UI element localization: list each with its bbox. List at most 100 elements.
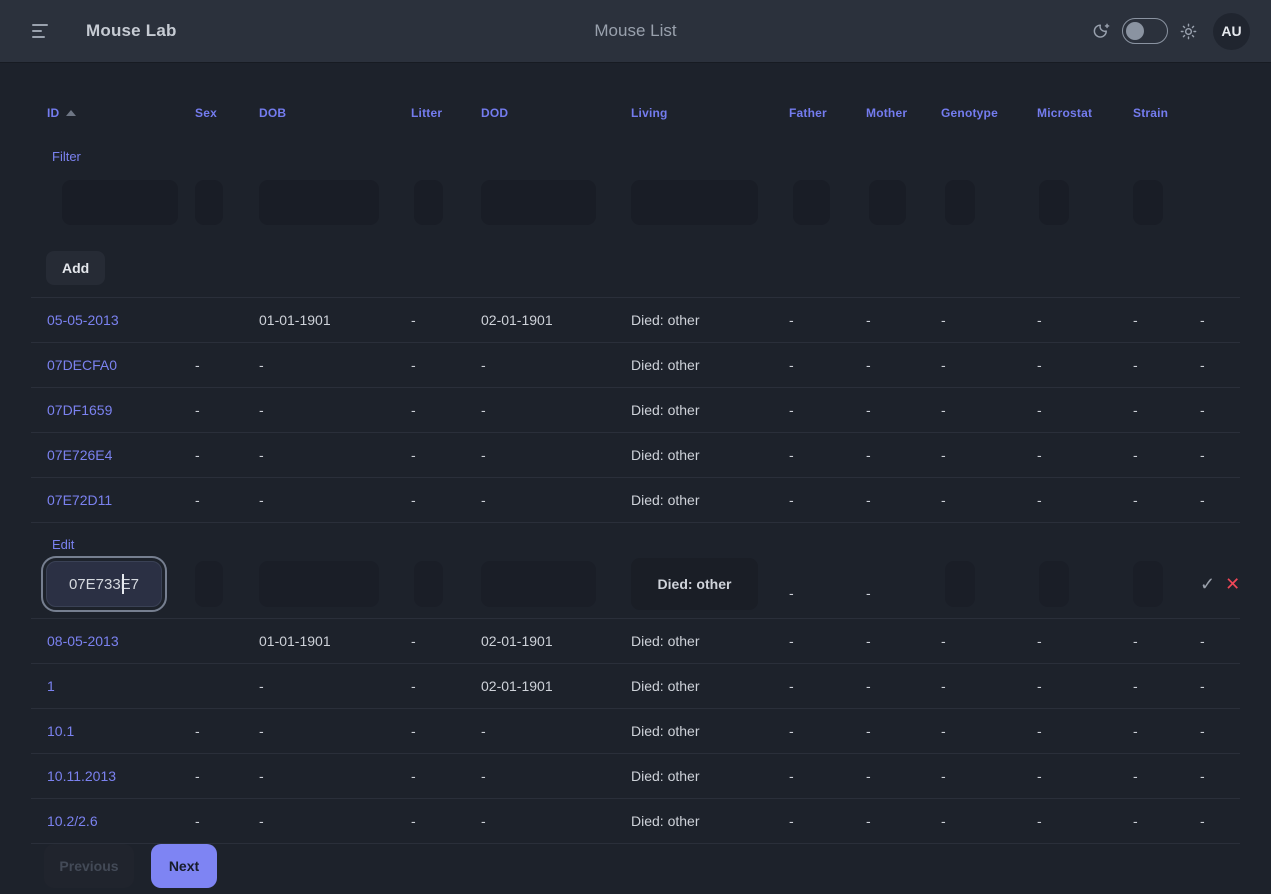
column-header-father[interactable]: Father: [789, 106, 866, 120]
cell-father: -: [789, 723, 866, 739]
next-button[interactable]: Next: [151, 844, 217, 888]
row-id-link[interactable]: 10.1: [47, 723, 74, 739]
cell-mother: -: [866, 357, 941, 373]
avatar[interactable]: AU: [1213, 13, 1250, 50]
cell-father: -: [789, 447, 866, 463]
cell-microstat: -: [1037, 492, 1133, 508]
menu-icon[interactable]: [32, 22, 54, 40]
filter-strain-input[interactable]: [1133, 180, 1163, 225]
theme-toggle[interactable]: [1122, 18, 1168, 44]
cell-microstat: -: [1037, 312, 1133, 328]
filter-dob-input[interactable]: [259, 180, 379, 225]
cell-litter: -: [411, 723, 481, 739]
moon-icon: [1092, 22, 1111, 41]
cell-living: Died: other: [631, 633, 789, 649]
edit-living-button[interactable]: Died: other: [631, 558, 758, 610]
table-rows-bottom: 08-05-2013 01-01-1901 - 02-01-1901 Died:…: [31, 619, 1240, 844]
cell-genotype: -: [941, 678, 1037, 694]
column-header-dob[interactable]: DOB: [259, 106, 411, 120]
cell-mother: -: [866, 813, 941, 829]
cell-dob: -: [259, 723, 411, 739]
cell-genotype: -: [941, 723, 1037, 739]
column-header-dod[interactable]: DOD: [481, 106, 631, 120]
cell-genotype: -: [941, 768, 1037, 784]
edit-mother-value: -: [866, 585, 941, 601]
cell-living: Died: other: [631, 357, 789, 373]
cell-genotype: -: [941, 357, 1037, 373]
cell-genotype: -: [941, 312, 1037, 328]
cell-genotype: -: [941, 813, 1037, 829]
cell-strain: -: [1133, 492, 1200, 508]
row-id-link[interactable]: 07DECFA0: [47, 357, 117, 373]
column-header-genotype[interactable]: Genotype: [941, 106, 1037, 120]
cell-living: Died: other: [631, 447, 789, 463]
column-header-living[interactable]: Living: [631, 106, 789, 120]
cell-genotype: -: [941, 447, 1037, 463]
cell-mother: -: [866, 447, 941, 463]
filter-mother-input[interactable]: [869, 180, 906, 225]
edit-litter-input[interactable]: [414, 561, 443, 607]
cell-actions: -: [1200, 813, 1240, 829]
edit-id-input[interactable]: [46, 561, 162, 607]
column-header-microstat[interactable]: Microstat: [1037, 106, 1133, 120]
column-header-mother[interactable]: Mother: [866, 106, 941, 120]
column-header-sex[interactable]: Sex: [195, 106, 259, 120]
cell-dob: -: [259, 402, 411, 418]
cell-sex: -: [195, 447, 259, 463]
cell-strain: -: [1133, 312, 1200, 328]
filter-microstat-input[interactable]: [1039, 180, 1069, 225]
edit-dod-input[interactable]: [481, 561, 596, 607]
theme-toggle-knob: [1126, 22, 1144, 40]
table-row: 1 - - 02-01-1901 Died: other - - - - - -: [31, 664, 1240, 709]
row-id-link[interactable]: 1: [47, 678, 55, 694]
edit-dob-input[interactable]: [259, 561, 379, 607]
row-id-link[interactable]: 07DF1659: [47, 402, 112, 418]
filter-living-input[interactable]: [631, 180, 758, 225]
edit-microstat-input[interactable]: [1039, 561, 1069, 607]
cell-mother: -: [866, 633, 941, 649]
column-header-id[interactable]: ID: [31, 106, 195, 120]
add-row: Add: [46, 251, 1240, 285]
add-button[interactable]: Add: [46, 251, 105, 285]
cancel-x-icon[interactable]: ✕: [1225, 574, 1240, 595]
row-id-link[interactable]: 10.11.2013: [47, 768, 116, 784]
table-row: 07E72D11 - - - - Died: other - - - - - -: [31, 478, 1240, 523]
cell-litter: -: [411, 402, 481, 418]
confirm-check-icon[interactable]: ✓: [1200, 574, 1215, 595]
previous-button[interactable]: Previous: [44, 844, 134, 888]
row-id-link[interactable]: 08-05-2013: [47, 633, 119, 649]
row-id-link[interactable]: 07E726E4: [47, 447, 112, 463]
cell-microstat: -: [1037, 768, 1133, 784]
cell-sex: -: [195, 813, 259, 829]
cell-dod: -: [481, 492, 631, 508]
edit-sex-input[interactable]: [195, 561, 223, 607]
row-id-link[interactable]: 07E72D11: [47, 492, 112, 508]
cell-actions: -: [1200, 768, 1240, 784]
cell-father: -: [789, 402, 866, 418]
cell-litter: -: [411, 357, 481, 373]
edit-strain-input[interactable]: [1133, 561, 1163, 607]
row-id-link[interactable]: 05-05-2013: [47, 312, 119, 328]
cell-strain: -: [1133, 357, 1200, 373]
sort-ascending-icon: [66, 110, 76, 116]
filter-sex-input[interactable]: [195, 180, 223, 225]
column-header-litter[interactable]: Litter: [411, 106, 481, 120]
table-header-row: ID Sex DOB Litter DOD Living Father Moth…: [31, 93, 1240, 133]
cell-father: -: [789, 633, 866, 649]
filter-father-input[interactable]: [793, 180, 830, 225]
table-rows-top: 05-05-2013 01-01-1901 - 02-01-1901 Died:…: [31, 297, 1240, 523]
mouse-list-table: ID Sex DOB Litter DOD Living Father Moth…: [0, 63, 1271, 888]
table-row: 10.2/2.6 - - - - Died: other - - - - - -: [31, 799, 1240, 844]
filter-dod-input[interactable]: [481, 180, 596, 225]
cell-sex: -: [195, 723, 259, 739]
filter-litter-input[interactable]: [414, 180, 443, 225]
cell-dob: 01-01-1901: [259, 633, 411, 649]
column-header-strain[interactable]: Strain: [1133, 106, 1200, 120]
cell-mother: -: [866, 312, 941, 328]
filter-id-input[interactable]: [62, 180, 178, 225]
row-id-link[interactable]: 10.2/2.6: [47, 813, 98, 829]
cell-litter: -: [411, 447, 481, 463]
cell-dod: 02-01-1901: [481, 312, 631, 328]
edit-genotype-input[interactable]: [945, 561, 975, 607]
filter-genotype-input[interactable]: [945, 180, 975, 225]
